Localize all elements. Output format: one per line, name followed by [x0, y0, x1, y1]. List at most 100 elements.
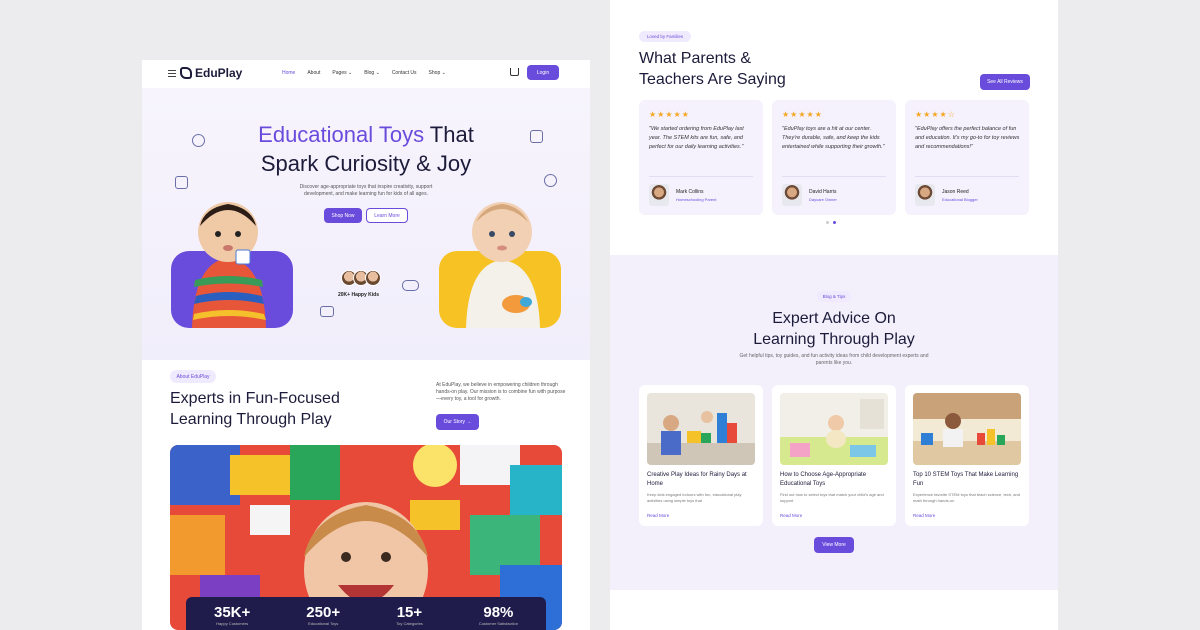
blog-description: Get helpful tips, toy guides, and fun ac…: [739, 353, 929, 366]
login-button[interactable]: Login: [527, 65, 559, 80]
reviewer-role: Educational Blogger: [942, 197, 978, 202]
blog-post-excerpt: Experience favorite STEM toys that teach…: [913, 492, 1020, 503]
reviewer-name: Jason Reed: [942, 189, 969, 195]
hero-title-line2: Spark Curiosity & Joy: [260, 151, 472, 176]
menu-icon[interactable]: [168, 70, 176, 77]
about-title: Experts in Fun-Focused Learning Through …: [170, 388, 390, 430]
blog-tag: Blog & Tips: [817, 291, 851, 302]
happy-kids-avatars: [341, 270, 381, 286]
our-story-button[interactable]: Our Story →: [436, 414, 479, 430]
nav-pages-label: Pages: [332, 70, 347, 76]
top-navbar: EduPlay Home About Pages ⌄ Blog ⌄ Contac…: [142, 60, 590, 88]
nav-pages[interactable]: Pages ⌄: [332, 70, 352, 76]
blog-post-title[interactable]: How to Choose Age-Appropriate Educationa…: [780, 471, 892, 489]
about-title-line1: Experts in Fun-Focused: [170, 390, 340, 407]
stat-categories: 15+ Toy Categories: [396, 604, 423, 626]
divider: [782, 176, 886, 177]
testimonial-card: ★★★★★ "We started ordering from EduPlay …: [639, 100, 763, 215]
carousel-dot[interactable]: [826, 221, 829, 224]
blog-card[interactable]: Creative Play Ideas for Rainy Days at Ho…: [639, 385, 763, 526]
stat-satisfaction: 98% Customer Satisfaction: [479, 604, 518, 626]
blog-photo-toddler-playmat: [780, 393, 888, 465]
testimonial-quote: "EduPlay toys are a hit at our center. T…: [782, 126, 885, 150]
stats-bar: 35K+ Happy Customers 250+ Educational To…: [186, 597, 546, 630]
stat-customers: 35K+ Happy Customers: [214, 604, 250, 626]
testimonials-title-line2: Teachers Are Saying: [639, 71, 786, 88]
carousel-dot-active[interactable]: [833, 221, 836, 224]
gamepad-doodle-icon: [402, 280, 419, 291]
main-menu: Home About Pages ⌄ Blog ⌄ Contact Us Sho…: [282, 70, 446, 76]
hero-description: Discover age-appropriate toys that inspi…: [299, 184, 433, 197]
cube-doodle-icon: [530, 130, 543, 143]
nav-shop-label: Shop: [428, 70, 441, 76]
star-rating: ★★★★★: [782, 110, 823, 119]
divider: [915, 176, 1019, 177]
stat-label: Happy Customers: [216, 621, 249, 626]
stat-value: 35K+: [214, 604, 251, 621]
logo[interactable]: EduPlay: [180, 66, 242, 80]
homepage-preview-left: EduPlay Home About Pages ⌄ Blog ⌄ Contac…: [142, 60, 590, 630]
toy-doodle-icon: [192, 134, 205, 147]
homepage-preview-right: Loved by Families What Parents & Teacher…: [610, 0, 1058, 630]
stat-value: 15+: [396, 604, 423, 621]
shop-now-button[interactable]: Shop Now: [324, 208, 362, 223]
ball-doodle-icon: [544, 174, 557, 187]
cart-icon[interactable]: [510, 68, 519, 76]
nav-contact[interactable]: Contact Us: [392, 70, 417, 76]
about-title-line2: Learning Through Play: [170, 411, 332, 428]
baby-left-photo: [192, 202, 266, 328]
read-more-link[interactable]: Read More: [780, 513, 802, 518]
abc-block-doodle-icon: [175, 176, 188, 189]
blog-card[interactable]: Top 10 STEM Toys That Make Learning Fun …: [905, 385, 1029, 526]
learn-more-button[interactable]: Learn More: [366, 208, 408, 223]
stat-value: 98%: [483, 604, 514, 621]
nav-blog[interactable]: Blog ⌄: [364, 70, 380, 76]
read-more-link[interactable]: Read More: [913, 513, 935, 518]
nav-shop[interactable]: Shop ⌄: [429, 70, 446, 76]
stat-label: Customer Satisfaction: [478, 621, 518, 626]
blog-section: Blog & Tips Expert Advice On Learning Th…: [610, 255, 1058, 590]
star-rating: ★★★★★: [649, 110, 690, 119]
stat-toys: 250+ Educational Toys: [306, 604, 340, 626]
hero-title-accent: Educational Toys: [258, 122, 425, 147]
chevron-down-icon: ⌄: [348, 70, 353, 76]
blog-title-line1: Expert Advice On: [772, 310, 896, 327]
nav-about[interactable]: About: [307, 70, 320, 76]
puzzle-doodle-icon: [320, 306, 334, 317]
blog-card[interactable]: How to Choose Age-Appropriate Educationa…: [772, 385, 896, 526]
baby-right-photo: [466, 202, 540, 328]
blog-photo-kids-blocks: [647, 393, 755, 465]
logo-icon: [180, 67, 192, 79]
view-more-button[interactable]: View More: [814, 537, 854, 553]
stat-label: Educational Toys: [308, 621, 339, 626]
reviewer-name: David Harris: [809, 189, 837, 195]
avatar: [649, 184, 669, 206]
testimonials-title-line1: What Parents &: [639, 50, 752, 67]
chevron-down-icon: ⌄: [375, 70, 380, 76]
stat-label: Toy Categories: [396, 621, 423, 626]
next-section-preview: [610, 590, 1058, 630]
testimonial-card: ★★★★☆ "EduPlay offers the perfect balanc…: [905, 100, 1029, 215]
about-description: At EduPlay, we believe in empowering chi…: [436, 382, 566, 402]
blog-post-title[interactable]: Top 10 STEM Toys That Make Learning Fun: [913, 471, 1025, 489]
blog-photo-stem-toys: [913, 393, 1021, 465]
blog-post-title[interactable]: Creative Play Ideas for Rainy Days at Ho…: [647, 471, 759, 489]
testimonial-card: ★★★★★ "EduPlay toys are a hit at our cen…: [772, 100, 896, 215]
testimonial-quote: "EduPlay offers the perfect balance of f…: [915, 126, 1020, 150]
happy-kids-count: 20K+ Happy Kids: [338, 292, 379, 298]
blog-title-line2: Learning Through Play: [753, 331, 915, 348]
reviewer-role: Daycare Owner: [809, 197, 837, 202]
see-all-reviews-button[interactable]: See All Reviews: [980, 74, 1030, 90]
blog-title: Expert Advice On Learning Through Play: [610, 308, 1058, 350]
hero-section: Educational Toys That Spark Curiosity & …: [142, 88, 590, 360]
testimonials-tag: Loved by Families: [639, 31, 691, 42]
carousel-dots: [826, 221, 836, 224]
nav-blog-label: Blog: [364, 70, 375, 76]
stat-value: 250+: [306, 604, 341, 621]
reviewer-name: Mark Collins: [676, 189, 704, 195]
read-more-link[interactable]: Read More: [647, 513, 669, 518]
nav-home[interactable]: Home: [282, 70, 295, 76]
avatar: [915, 184, 935, 206]
blog-post-excerpt: Keep kids engaged indoors with fun, educ…: [647, 492, 742, 503]
divider: [649, 176, 753, 177]
